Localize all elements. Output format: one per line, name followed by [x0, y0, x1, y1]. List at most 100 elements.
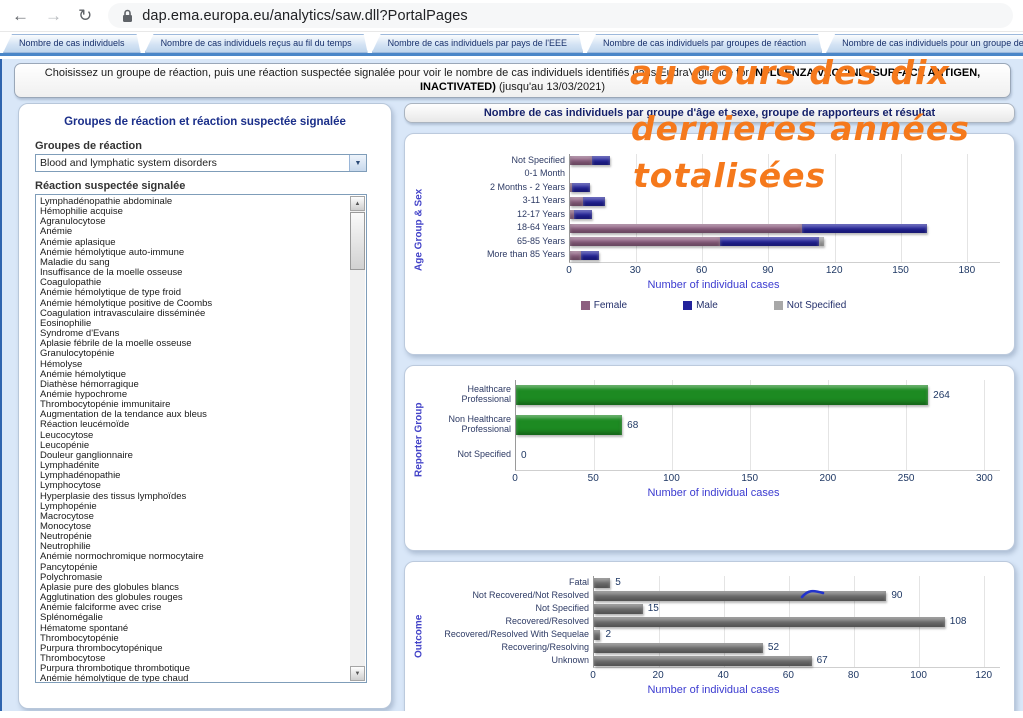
- list-item[interactable]: Anémie falciforme avec crise: [40, 603, 348, 613]
- list-item[interactable]: Coagulation intravasculaire disséminée: [40, 309, 348, 319]
- list-item[interactable]: Macrocytose: [40, 512, 348, 522]
- bar-male[interactable]: [592, 156, 610, 165]
- list-item[interactable]: Éosinophilie: [40, 319, 348, 329]
- list-item[interactable]: Aplasie fébrile de la moelle osseuse: [40, 339, 348, 349]
- portal-tab-5[interactable]: Nombre de cas individuels pour un groupe…: [826, 34, 1023, 53]
- list-item[interactable]: Polychromasie: [40, 573, 348, 583]
- scrollbar-thumb[interactable]: [350, 212, 365, 270]
- axis-tick: 100: [663, 473, 680, 484]
- bar-cases[interactable]: [594, 643, 763, 653]
- portal-tab-2[interactable]: Nombre de cas individuels reçus au fil d…: [145, 34, 368, 53]
- list-item[interactable]: Hémophilie acquise: [40, 207, 348, 217]
- x-axis-title: Number of individual cases: [427, 487, 1000, 499]
- bar-female[interactable]: [570, 156, 592, 165]
- list-item[interactable]: Granulocytopénie: [40, 349, 348, 359]
- bar-female[interactable]: [570, 251, 581, 260]
- outcome-chart-panel: OutcomeFatalNot Recovered/Not ResolvedNo…: [404, 561, 1015, 718]
- list-item[interactable]: Monocytose: [40, 522, 348, 532]
- list-item[interactable]: Leucocytose: [40, 431, 348, 441]
- bar-male[interactable]: [581, 251, 599, 260]
- list-item[interactable]: Augmentation de la tendance aux bleus: [40, 410, 348, 420]
- bar-cases[interactable]: [516, 385, 928, 405]
- bar-female[interactable]: [570, 197, 583, 206]
- address-bar[interactable]: dap.ema.europa.eu/analytics/saw.dll?Port…: [108, 3, 1013, 28]
- list-item[interactable]: Neutropénie: [40, 532, 348, 542]
- bar-cases[interactable]: [594, 656, 812, 666]
- list-item[interactable]: Thrombocytose: [40, 654, 348, 664]
- bar-male[interactable]: [720, 237, 819, 246]
- list-item[interactable]: Insuffisance de la moelle osseuse: [40, 268, 348, 278]
- list-item[interactable]: Anémie: [40, 227, 348, 237]
- portal-tab-1[interactable]: Nombre de cas individuels: [3, 34, 141, 53]
- bar-male[interactable]: [574, 210, 592, 219]
- portal-tab-4[interactable]: Nombre de cas individuels par groupes de…: [587, 34, 822, 53]
- list-item[interactable]: Pancytopénie: [40, 563, 348, 573]
- list-item[interactable]: Anémie hémolytique de type chaud: [40, 674, 348, 683]
- bar-female[interactable]: [570, 224, 802, 233]
- bar-cases[interactable]: [594, 617, 945, 627]
- list-item[interactable]: Hyperplasie des tissus lymphoïdes: [40, 492, 348, 502]
- list-item[interactable]: Anémie hypochrome: [40, 390, 348, 400]
- bar-female[interactable]: [570, 237, 720, 246]
- list-item[interactable]: Anémie aplasique: [40, 238, 348, 248]
- list-item[interactable]: Douleur ganglionnaire: [40, 451, 348, 461]
- list-item[interactable]: Anémie hémolytique de type froid: [40, 288, 348, 298]
- list-item[interactable]: Hématome spontané: [40, 624, 348, 634]
- listbox-scrollbar[interactable]: ▲ ▼: [350, 196, 365, 681]
- list-item[interactable]: Diathèse hémorragique: [40, 380, 348, 390]
- list-item[interactable]: Purpura thrombocytopénique: [40, 644, 348, 654]
- axis-tick: 200: [820, 473, 837, 484]
- bar-not-specified[interactable]: [819, 237, 823, 246]
- chart-body: Not Specified0-1 Month2 Months - 2 Years…: [427, 148, 1000, 311]
- list-item[interactable]: Hémolyse: [40, 360, 348, 370]
- list-item[interactable]: Maladie du sang: [40, 258, 348, 268]
- scroll-down-icon[interactable]: ▼: [350, 666, 365, 681]
- bar-cases[interactable]: [594, 630, 600, 640]
- axis-tick: 300: [976, 473, 993, 484]
- bar-cases[interactable]: [516, 415, 622, 435]
- reaction-group-dropdown[interactable]: Blood and lymphatic system disorders ▼: [35, 154, 367, 172]
- list-item[interactable]: Anémie hémolytique positive de Coombs: [40, 299, 348, 309]
- list-item[interactable]: Agglutination des globules rouges: [40, 593, 348, 603]
- list-item[interactable]: Anémie hémolytique: [40, 370, 348, 380]
- list-item[interactable]: Leucopénie: [40, 441, 348, 451]
- bar-row: [570, 168, 1000, 182]
- bar-value-label: 52: [768, 642, 779, 653]
- list-item[interactable]: Lymphopénie: [40, 502, 348, 512]
- bar-male[interactable]: [802, 224, 928, 233]
- portal-tab-3[interactable]: Nombre de cas individuels par pays de l'…: [372, 34, 583, 53]
- reload-icon[interactable]: ↻: [78, 7, 92, 24]
- charts-group-title: Nombre de cas individuels par groupe d'â…: [404, 103, 1015, 123]
- list-item[interactable]: Réaction leucémoïde: [40, 420, 348, 430]
- bar-male[interactable]: [572, 183, 590, 192]
- list-item[interactable]: Anémie hémolytique auto-immune: [40, 248, 348, 258]
- date-range-text: (jusqu'au 13/03/2021): [496, 81, 605, 93]
- bar-male[interactable]: [583, 197, 605, 206]
- suspected-reaction-listbox[interactable]: Lymphadénopathie abdominaleHémophilie ac…: [35, 194, 367, 683]
- axis-tick-row: 020406080100120: [427, 669, 1000, 682]
- list-item[interactable]: Aplasie pure des globules blancs: [40, 583, 348, 593]
- scroll-up-icon[interactable]: ▲: [350, 196, 365, 211]
- list-item[interactable]: Lymphocytose: [40, 481, 348, 491]
- forward-icon[interactable]: →: [45, 7, 62, 24]
- list-item[interactable]: Lymphadénopathie: [40, 471, 348, 481]
- plot-area: 5901510825267: [593, 576, 1000, 668]
- bar-value-label: 90: [891, 590, 902, 601]
- list-item[interactable]: Coagulopathie: [40, 278, 348, 288]
- list-item[interactable]: Syndrome d'Evans: [40, 329, 348, 339]
- list-item[interactable]: Splénomégalie: [40, 613, 348, 623]
- list-item[interactable]: Thrombocytopénie: [40, 634, 348, 644]
- list-item[interactable]: Lymphadénopathie abdominale: [40, 197, 348, 207]
- chevron-down-icon[interactable]: ▼: [349, 155, 366, 171]
- bar-cases[interactable]: [594, 604, 643, 614]
- back-icon[interactable]: ←: [12, 7, 29, 24]
- list-item[interactable]: Anémie normochromique normocytaire: [40, 552, 348, 562]
- bar-cases[interactable]: [594, 578, 610, 588]
- list-item[interactable]: Neutrophilie: [40, 542, 348, 552]
- category-label: 2 Months - 2 Years: [427, 181, 569, 195]
- list-item[interactable]: Thrombocytopénie immunitaire: [40, 400, 348, 410]
- list-item[interactable]: Agranulocytose: [40, 217, 348, 227]
- bar-cases[interactable]: [594, 591, 886, 601]
- list-item[interactable]: Lymphadénite: [40, 461, 348, 471]
- list-item[interactable]: Purpura thrombotique thrombotique: [40, 664, 348, 674]
